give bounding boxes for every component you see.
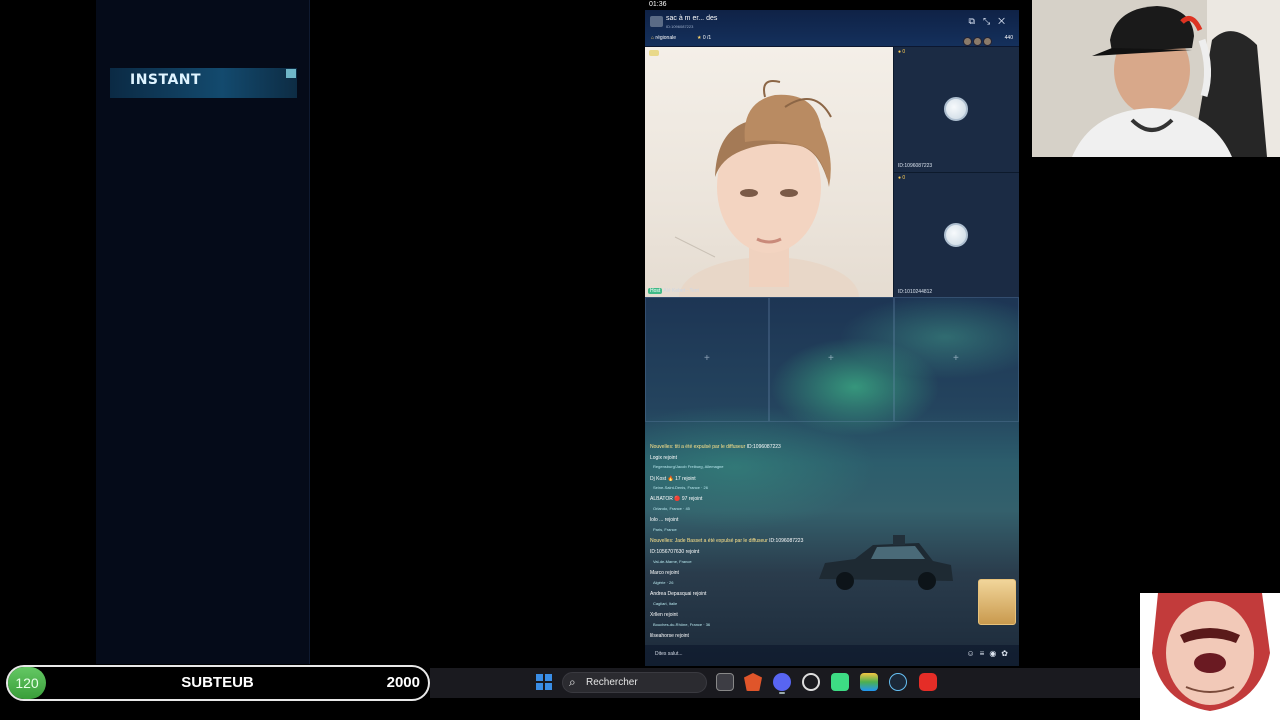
gift-icon[interactable]: ✿ [1001, 649, 1013, 658]
viewer-count[interactable]: 440 [1005, 35, 1013, 41]
guest-seat-2[interactable]: ● 0 ID:1010244812 [893, 172, 1019, 297]
clock-app-icon[interactable] [802, 673, 820, 691]
webcam-frame [1032, 0, 1280, 157]
youtube-icon[interactable] [919, 673, 937, 691]
instant-banner-text: INSTANT [130, 72, 202, 88]
steam-icon[interactable] [889, 673, 907, 691]
region-chip[interactable]: ⌂ régionale [651, 35, 676, 41]
chat-join[interactable]: Marco rejoint [650, 570, 679, 576]
chat-location: Orlando, France · 45 [653, 506, 690, 511]
viewer-avatars[interactable] [963, 33, 997, 46]
avatar [944, 223, 968, 247]
status-time: 01:36 [649, 1, 667, 8]
empty-seat[interactable]: + [645, 297, 769, 422]
input-actions: ☺≡◉✿ [966, 649, 1013, 658]
chat-join[interactable]: Xrllen rejoint [650, 612, 678, 618]
chat-input-bar: Dites salut... ☺≡◉✿ [645, 645, 1019, 666]
task-view-icon[interactable] [716, 673, 734, 691]
chat-join[interactable]: ID:1056707630 rejoint [650, 549, 699, 555]
add-seat-icon[interactable]: + [828, 353, 834, 364]
seat-id: ID:1096087223 [898, 163, 933, 169]
seat-gift-count: ● 0 [898, 175, 906, 181]
chat-input[interactable]: Dites salut... [655, 651, 683, 657]
add-seat-icon[interactable]: + [953, 353, 959, 364]
game-icon[interactable]: ◉ [989, 649, 1001, 658]
header-actions: ⧉⤡✕ [969, 16, 1014, 27]
room-name[interactable]: sac à m er... des [666, 15, 717, 22]
webcam-feed [1032, 0, 1280, 157]
avatar [944, 97, 968, 121]
menu-icon[interactable]: ≡ [980, 649, 990, 658]
empty-seat[interactable]: + [894, 297, 1019, 422]
chat-location: Cagliari, Italie [653, 601, 678, 606]
chat-notice: Nouvelles: Jade Basset a été expulsé par… [650, 538, 804, 544]
empty-seat[interactable]: + [769, 297, 894, 422]
minimize-icon[interactable]: ⤡ [983, 16, 998, 26]
close-icon[interactable]: ✕ [998, 16, 1013, 26]
stack-app-icon[interactable] [860, 673, 878, 691]
avatar [973, 37, 982, 46]
car-illustration [819, 535, 953, 590]
reaction-face-art [1140, 593, 1280, 720]
sub-count: 120 [15, 675, 39, 691]
sub-goal-label: SUBTEUB [181, 674, 254, 691]
left-overlay-panel [96, 0, 310, 664]
gift-promo-card[interactable] [978, 579, 1016, 625]
chat-join[interactable]: Andrea Depasquai rejoint [650, 591, 706, 597]
chat-location: Algérie · 26 [653, 580, 674, 585]
status-bar: 01:36 [645, 0, 1019, 10]
seat-badge [649, 50, 659, 56]
chat-notice: Nouvelles: titi a été expulsé par le dif… [650, 444, 781, 450]
emoji-icon[interactable]: ☺ [966, 649, 979, 658]
chat-join[interactable]: ALBATOR 🔴 97 rejoint [650, 496, 702, 502]
chat-location: Paris, France [653, 527, 677, 532]
android-app-icon[interactable] [831, 673, 849, 691]
chat-join[interactable]: lolo ... rejoint [650, 517, 678, 523]
active-indicator [779, 692, 785, 694]
taskbar-search-placeholder[interactable]: Rechercher [586, 677, 638, 688]
external-link-icon[interactable]: ⧉ [969, 16, 983, 26]
main-seat-label: Host Alé Kebet - Terri [648, 288, 700, 294]
guest-seat-1[interactable]: ● 0 ID:1096087223 [893, 47, 1019, 172]
main-video-seat[interactable]: Host Alé Kebet - Terri [645, 47, 893, 297]
chat-location: Seine-Saint-Denis, France · 26 [653, 485, 708, 490]
chat-join[interactable]: lilseahorse rejoint [650, 633, 689, 639]
search-icon: ⌕ [569, 675, 576, 689]
windows-start-icon[interactable] [536, 674, 552, 690]
chat-location: Regensburg/Jacob Freiburg, Allemagne [653, 464, 724, 469]
sub-goal-target: 2000 [386, 674, 420, 691]
reaction-image [1140, 593, 1280, 720]
streamer-video-frame [674, 80, 859, 297]
room-avatar[interactable] [650, 16, 663, 27]
avatar [983, 37, 992, 46]
chat-location: Bouches-du-Rhône, France · 36 [653, 622, 711, 627]
seat-id: ID:1010244812 [898, 289, 933, 295]
room-id: ID:1096087223 [666, 24, 694, 29]
score-chip[interactable]: ★ 0 /1 [697, 35, 711, 41]
live-room-window: 01:36 sac à m er... des ID:1096087223 ⧉⤡… [645, 0, 1019, 666]
chat-join[interactable]: Dj Kost 🔥 17 rejoint [650, 476, 696, 482]
banner-marker [286, 69, 296, 78]
room-background: + + + Nouvelles: titi a été expulsé par … [645, 297, 1019, 666]
chat-join[interactable]: Logix rejoint [650, 455, 677, 461]
avatar [963, 37, 972, 46]
seat-gift-count: ● 0 [898, 49, 906, 55]
add-seat-icon[interactable]: + [704, 353, 710, 364]
discord-icon[interactable] [773, 673, 791, 691]
room-header: sac à m er... des ID:1096087223 ⧉⤡✕ ⌂ ré… [645, 10, 1019, 46]
chat-location: Val-de-Marne, France [653, 559, 692, 564]
